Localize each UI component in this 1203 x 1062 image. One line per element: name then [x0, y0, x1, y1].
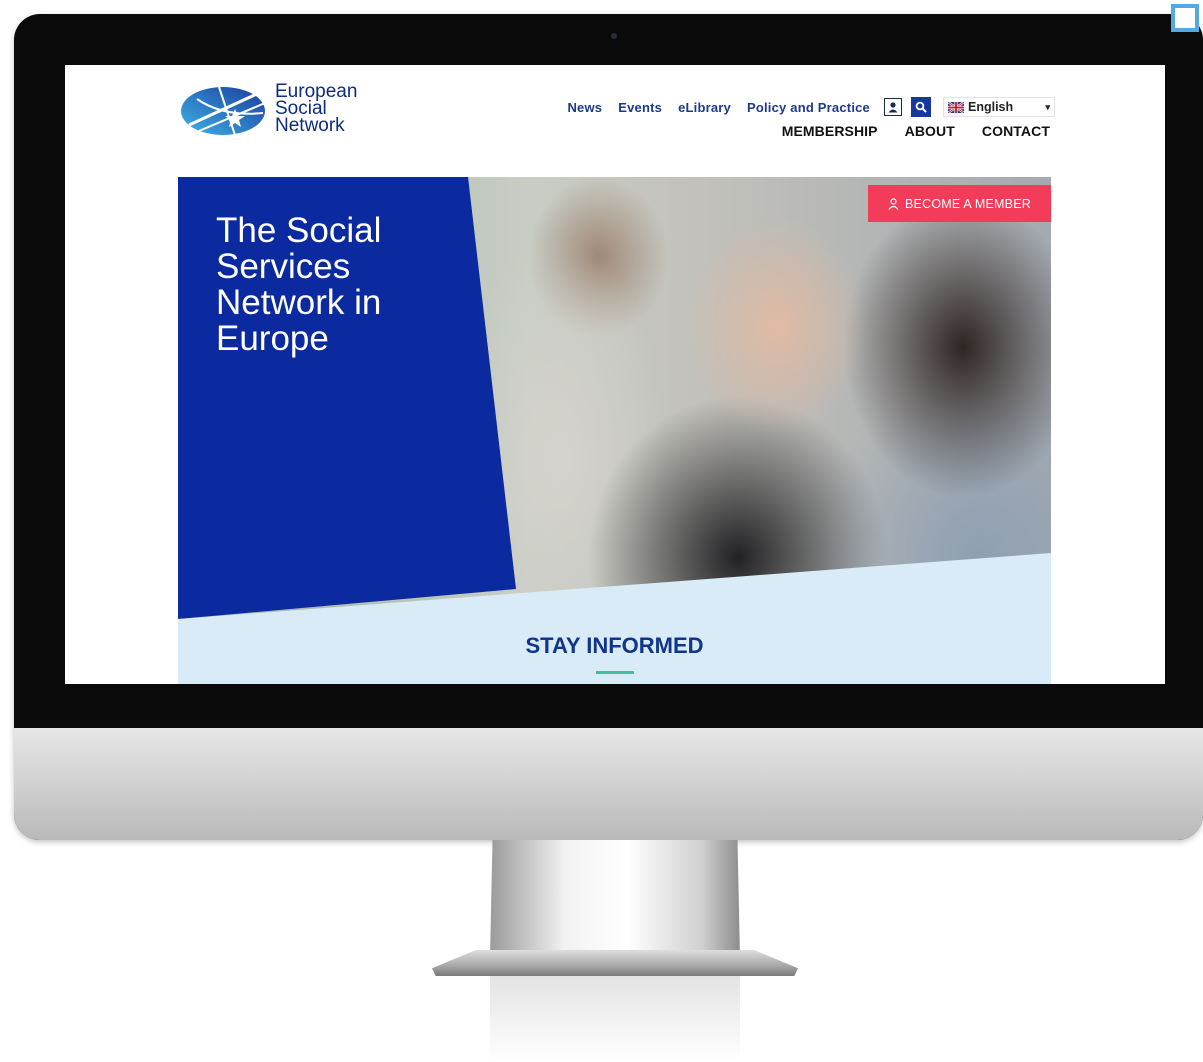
nav-link-about[interactable]: ABOUT: [905, 123, 955, 139]
language-label: English: [968, 100, 1014, 114]
camera-dot: [611, 33, 617, 39]
heading-underline: [596, 671, 634, 674]
search-icon: [915, 101, 927, 113]
top-nav: News Events eLibrary Policy and Practice: [551, 96, 1055, 118]
stand-reflection: [490, 976, 740, 1062]
monitor-stand-base: [432, 950, 798, 976]
hero-banner: The Social Services Network in Europe BE…: [178, 177, 1051, 684]
search-button[interactable]: [911, 97, 931, 117]
language-select[interactable]: English ▾: [943, 97, 1055, 117]
hero-title: The Social Services Network in Europe: [216, 211, 382, 358]
nav-link-membership[interactable]: MEMBERSHIP: [782, 123, 878, 139]
website-screen: European Social Network News Events eLib…: [65, 65, 1165, 684]
logo-line-3: Network: [275, 115, 345, 136]
site-logo[interactable]: European Social Network: [179, 81, 379, 141]
user-icon: [888, 102, 898, 113]
stay-informed-heading: STAY INFORMED: [525, 633, 704, 658]
monitor-stand-neck: [490, 840, 740, 958]
nav-link-policy-and-practice[interactable]: Policy and Practice: [747, 100, 870, 115]
main-nav: MEMBERSHIP ABOUT CONTACT: [755, 123, 1050, 139]
caret-down-icon: ▾: [1045, 101, 1050, 112]
nav-link-news[interactable]: News: [567, 100, 602, 115]
logo-wordmark: European Social Network: [275, 82, 385, 136]
nav-link-events[interactable]: Events: [618, 100, 662, 115]
login-button[interactable]: [884, 98, 902, 116]
monitor-chin: [14, 728, 1203, 840]
become-a-member-button[interactable]: BECOME A MEMBER: [868, 185, 1051, 222]
person-outline-icon: [888, 197, 899, 210]
nav-link-elibrary[interactable]: eLibrary: [678, 100, 731, 115]
uk-flag-icon: [948, 101, 964, 113]
become-a-member-label: BECOME A MEMBER: [905, 196, 1031, 211]
logo-globe-icon: [181, 86, 266, 136]
nav-link-contact[interactable]: CONTACT: [982, 123, 1050, 139]
corner-square-icon: [1171, 4, 1199, 32]
